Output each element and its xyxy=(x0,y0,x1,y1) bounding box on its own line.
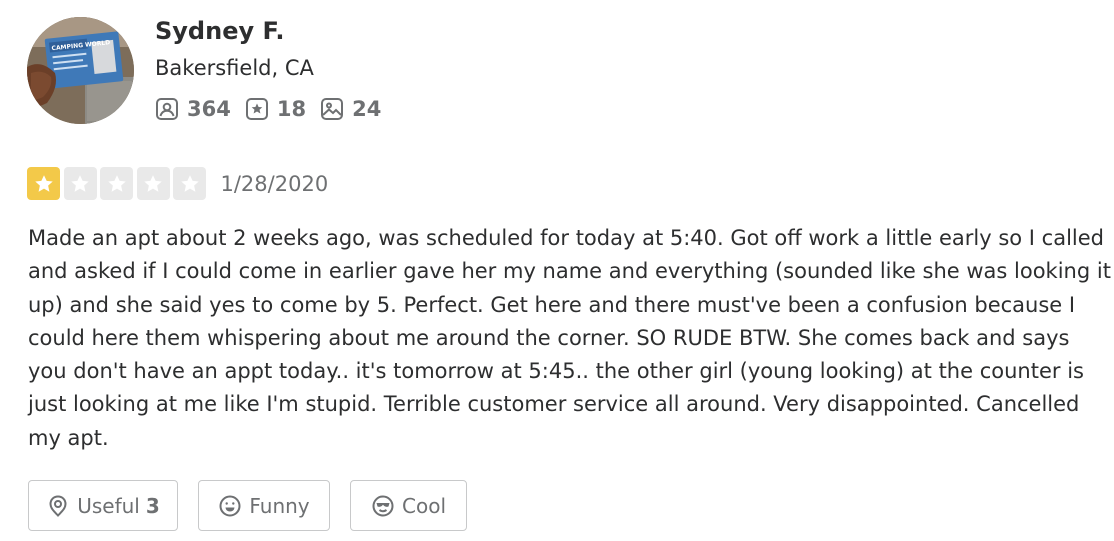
user-stats: 364 18 24 xyxy=(155,94,395,124)
reaction-buttons: Useful 3 Funny Cool xyxy=(28,480,487,531)
cool-button[interactable]: Cool xyxy=(350,480,467,531)
photos-stat: 24 xyxy=(320,97,381,121)
photo-icon xyxy=(321,98,344,120)
review-text: Made an apt about 2 weeks ago, was sched… xyxy=(28,226,1111,450)
cool-sunglasses-icon xyxy=(372,495,394,516)
photos-count: 24 xyxy=(352,97,382,121)
star-review-icon xyxy=(245,98,268,120)
reviews-stat: 18 xyxy=(245,97,306,121)
useful-label: Useful xyxy=(77,493,140,518)
review-card: CAMPING WORLD Sydney F. Bakersfield, CA … xyxy=(0,0,1114,541)
star-icon-empty xyxy=(173,167,206,200)
friends-stat: 364 xyxy=(155,97,231,121)
reviews-count: 18 xyxy=(276,97,307,121)
funny-face-icon xyxy=(219,495,241,516)
useful-icon xyxy=(49,494,67,517)
user-location: Bakersfield, CA xyxy=(155,56,314,80)
user-name[interactable]: Sydney F. xyxy=(155,17,284,45)
star-icon-empty xyxy=(100,167,133,200)
avatar-photo: CAMPING WORLD xyxy=(27,17,134,124)
useful-button[interactable]: Useful 3 xyxy=(28,480,178,531)
star-rating: 1/28/2020 xyxy=(27,167,328,200)
friends-icon xyxy=(156,98,178,120)
funny-button[interactable]: Funny xyxy=(198,480,330,531)
review-date: 1/28/2020 xyxy=(220,171,329,196)
funny-label: Funny xyxy=(249,493,310,518)
friends-count: 364 xyxy=(187,97,231,121)
user-avatar[interactable]: CAMPING WORLD xyxy=(27,17,134,124)
star-icon-empty xyxy=(63,167,97,200)
cool-label: Cool xyxy=(402,493,446,518)
star-icon-filled xyxy=(27,167,60,200)
useful-count: 3 xyxy=(145,493,160,518)
star-icon-empty xyxy=(136,167,170,200)
